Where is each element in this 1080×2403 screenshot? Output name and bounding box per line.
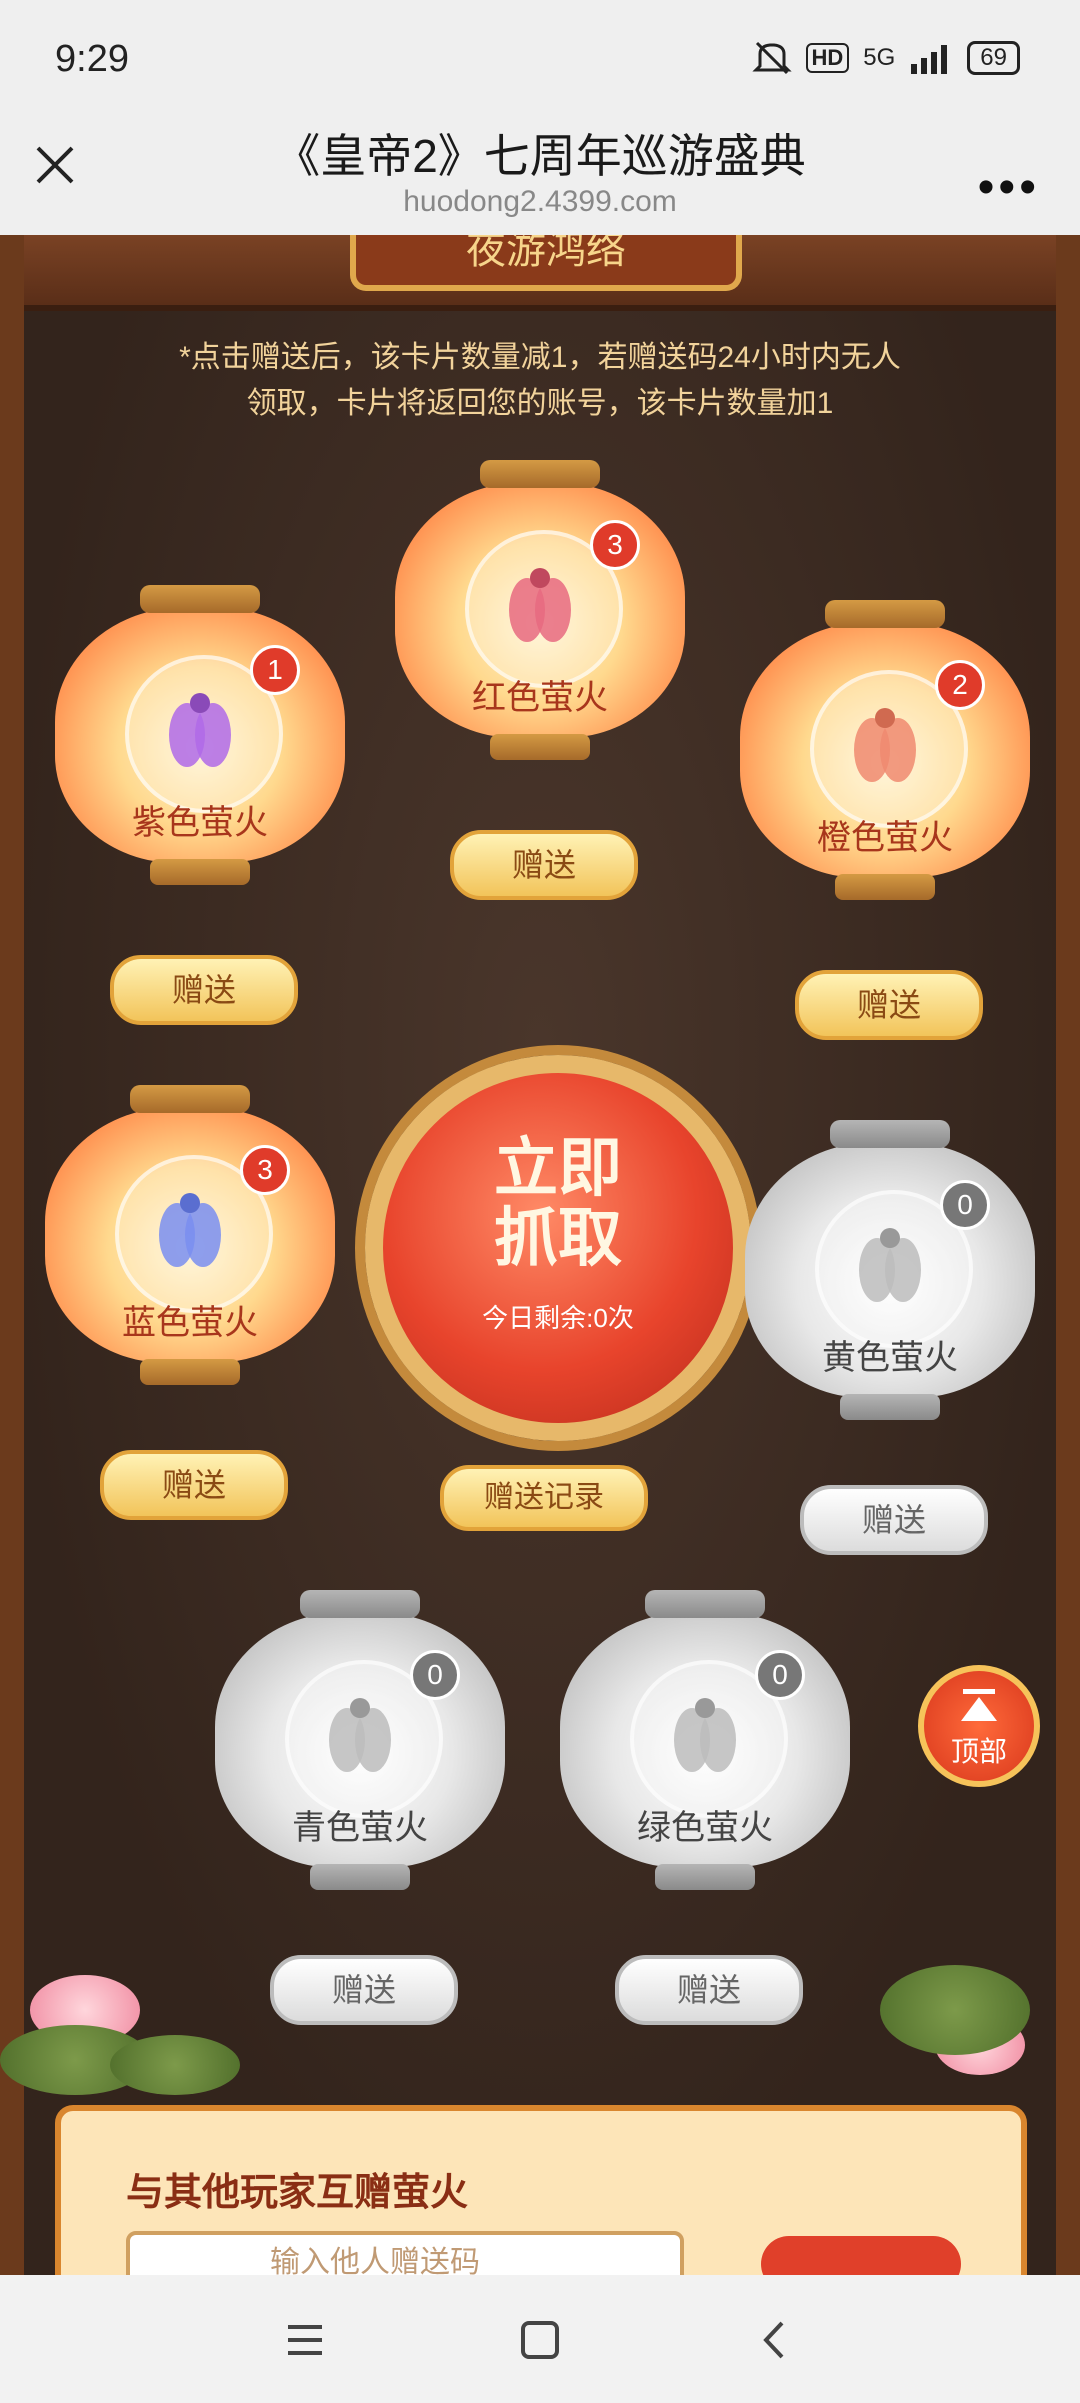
lantern-purple: 1 紫色萤火 bbox=[55, 585, 345, 885]
card-count-badge: 0 bbox=[940, 1180, 990, 1230]
gift-button-purple[interactable]: 赠送 bbox=[110, 955, 298, 1025]
frame-left bbox=[0, 235, 24, 2275]
gift-button-orange[interactable]: 赠送 bbox=[795, 970, 983, 1040]
more-menu-icon[interactable]: ••• bbox=[978, 160, 1040, 215]
lantern-red: 3 红色萤火 bbox=[395, 460, 685, 760]
lantern-label: 绿色萤火 bbox=[637, 1809, 773, 1847]
firefly-icon bbox=[159, 1193, 221, 1267]
gift-button-yellow[interactable]: 赠送 bbox=[800, 1485, 988, 1555]
hd-icon: HD bbox=[805, 43, 850, 73]
lantern-label: 红色萤火 bbox=[472, 679, 608, 717]
lantern-cyan: 0 青色萤火 bbox=[215, 1590, 505, 1890]
exchange-panel: 与其他玩家互赠萤火 输入他人赠送码 bbox=[55, 2105, 1027, 2275]
lantern-label: 黄色萤火 bbox=[822, 1339, 958, 1377]
home-icon[interactable] bbox=[515, 2315, 565, 2365]
card-count-badge: 0 bbox=[410, 1650, 460, 1700]
gift-code-input[interactable]: 输入他人赠送码 bbox=[126, 2231, 684, 2275]
menu-icon[interactable] bbox=[280, 2315, 330, 2365]
panel-title: 与其他玩家互赠萤火 bbox=[126, 2172, 469, 2214]
firefly-icon bbox=[329, 1698, 391, 1772]
gift-button-red[interactable]: 赠送 bbox=[450, 830, 638, 900]
lantern-yellow: 0 黄色萤火 bbox=[745, 1120, 1035, 1420]
firefly-icon bbox=[859, 1228, 921, 1302]
firefly-icon bbox=[854, 708, 916, 782]
lotus-leaf-left-2 bbox=[110, 2035, 240, 2095]
mute-icon bbox=[751, 41, 792, 75]
page-title: 《皇帝2》七周年巡游盛典 bbox=[274, 130, 806, 182]
gift-button-green[interactable]: 赠送 bbox=[615, 1955, 803, 2025]
lantern-label: 蓝色萤火 bbox=[122, 1304, 258, 1342]
grab-title: 立即 抓取 bbox=[494, 1132, 622, 1274]
network-label: 5G bbox=[863, 44, 896, 71]
card-count-badge: 1 bbox=[250, 645, 300, 695]
lantern-label: 紫色萤火 bbox=[132, 804, 268, 842]
notice-line-2: 领取，卡片将返回您的账号，该卡片数量加1 bbox=[246, 387, 834, 420]
gift-button-cyan[interactable]: 赠送 bbox=[270, 1955, 458, 2025]
frame-right bbox=[1056, 235, 1080, 2275]
card-count-badge: 0 bbox=[755, 1650, 805, 1700]
event-content: 夜游鸿络 *点击赠送后，该卡片数量减1，若赠送码24小时内无人 领取，卡片将返回… bbox=[0, 235, 1080, 2275]
firefly-icon bbox=[674, 1698, 736, 1772]
arrow-up-icon bbox=[961, 1689, 997, 1721]
gift-notice: *点击赠送后，该卡片数量减1，若赠送码24小时内无人 领取，卡片将返回您的账号，… bbox=[140, 335, 940, 427]
firefly-icon bbox=[509, 568, 571, 642]
lantern-orange: 2 橙色萤火 bbox=[740, 600, 1030, 900]
system-nav-bar bbox=[0, 2275, 1080, 2403]
grab-now-button[interactable]: 立即 抓取 今日剩余:0次 bbox=[365, 1055, 751, 1441]
browser-header: 《皇帝2》七周年巡游盛典 huodong2.4399.com ••• bbox=[0, 100, 1080, 235]
back-to-top-button[interactable]: 顶部 bbox=[918, 1665, 1040, 1787]
section-banner: 夜游鸿络 bbox=[350, 235, 742, 291]
lantern-green: 0 绿色萤火 bbox=[560, 1590, 850, 1890]
battery-icon: 69 bbox=[967, 41, 1020, 75]
top-button-label: 顶部 bbox=[950, 1736, 1007, 1767]
firefly-icon bbox=[169, 693, 231, 767]
card-count-badge: 2 bbox=[935, 660, 985, 710]
confirm-button[interactable] bbox=[761, 2236, 961, 2275]
card-count-badge: 3 bbox=[240, 1145, 290, 1195]
status-icons: HD 5G 69 bbox=[751, 40, 1020, 76]
grab-remaining: 今日剩余:0次 bbox=[482, 1303, 634, 1333]
signal-icon bbox=[911, 45, 948, 74]
card-count-badge: 3 bbox=[590, 520, 640, 570]
gift-record-button[interactable]: 赠送记录 bbox=[440, 1465, 648, 1531]
lantern-label: 橙色萤火 bbox=[817, 819, 953, 857]
status-time: 9:29 bbox=[55, 38, 129, 80]
back-icon[interactable] bbox=[750, 2315, 800, 2365]
gift-button-blue[interactable]: 赠送 bbox=[100, 1450, 288, 1520]
page-url: huodong2.4399.com bbox=[403, 185, 677, 218]
notice-line-1: *点击赠送后，该卡片数量减1，若赠送码24小时内无人 bbox=[179, 341, 901, 374]
lantern-blue: 3 蓝色萤火 bbox=[45, 1085, 335, 1385]
lantern-label: 青色萤火 bbox=[292, 1809, 428, 1847]
lotus-leaf-right bbox=[880, 1965, 1030, 2055]
